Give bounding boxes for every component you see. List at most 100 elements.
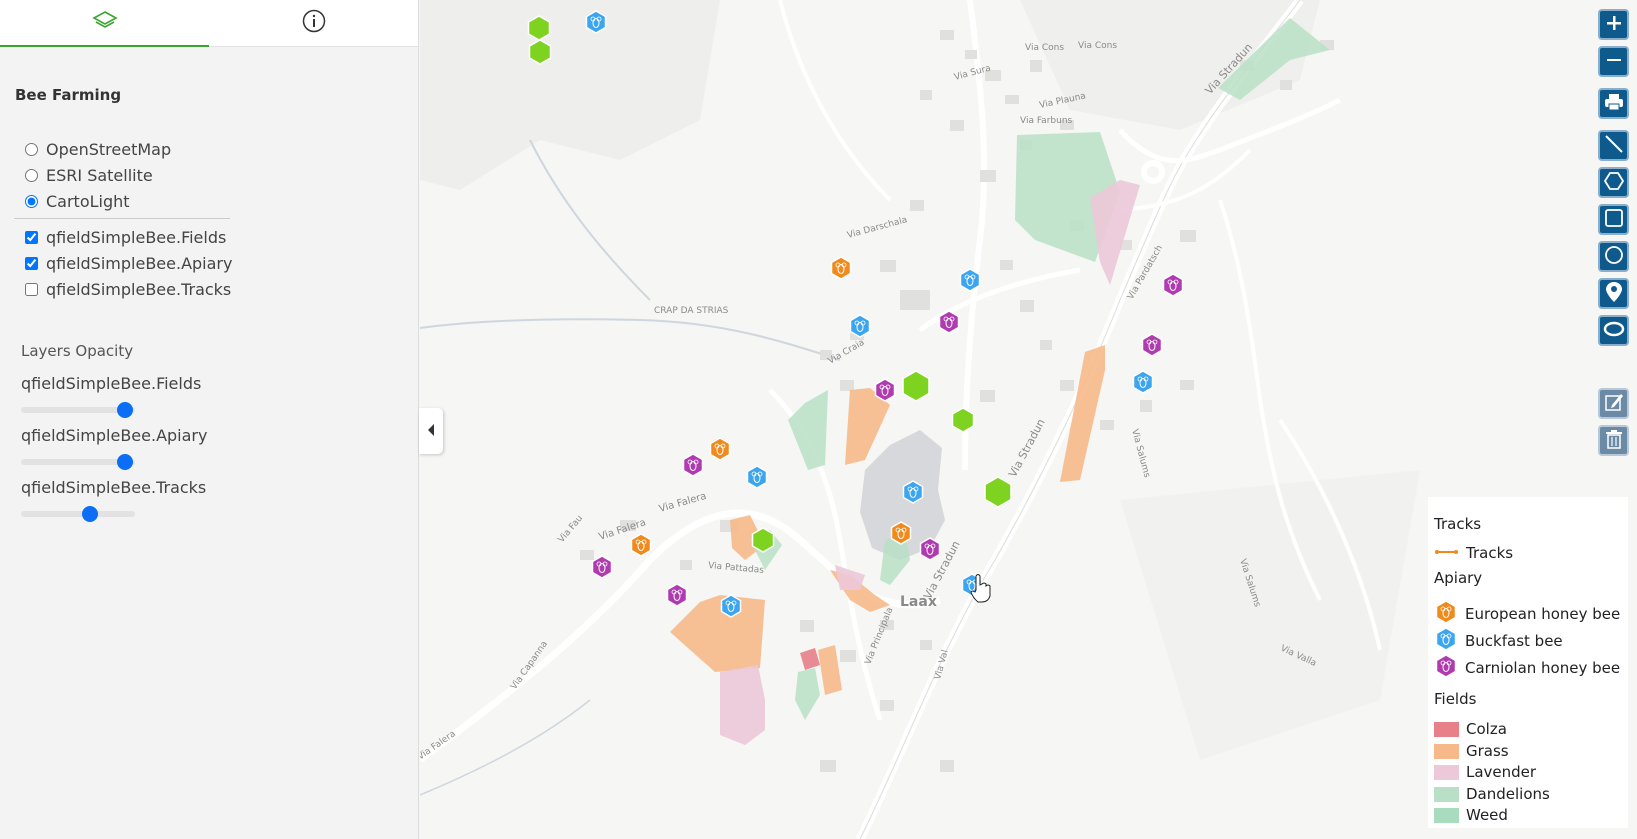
base-layer-esri[interactable]: ESRI Satellite — [25, 166, 153, 185]
cluster-marker — [902, 370, 930, 402]
circle-icon — [1604, 245, 1624, 269]
legend-label: European honey bee — [1465, 605, 1621, 623]
carniolan-bee-marker — [919, 537, 941, 561]
edit-layers-button[interactable] — [1598, 388, 1629, 419]
slider-thumb[interactable] — [117, 454, 133, 470]
carniolan-bee-marker — [1141, 333, 1163, 357]
draw-circle-marker-button[interactable] — [1598, 315, 1629, 346]
legend-field-item: Grass — [1434, 742, 1509, 760]
info-icon — [302, 9, 326, 37]
map-pin-icon — [1605, 281, 1623, 307]
overlay-tracks[interactable]: qfieldSimpleBee.Tracks — [25, 280, 231, 299]
legend-apiary-title: Apiary — [1434, 569, 1483, 587]
buckfast-bee-marker — [959, 268, 981, 292]
overlay-label: qfieldSimpleBee.Tracks — [46, 280, 232, 299]
zoom-out-button[interactable] — [1598, 46, 1629, 77]
cluster-marker — [751, 527, 775, 553]
print-button[interactable] — [1598, 88, 1629, 119]
print-icon — [1604, 93, 1624, 115]
carniolan-bee-marker — [591, 555, 613, 579]
radio-esri[interactable] — [25, 169, 38, 182]
base-layer-label: CartoLight — [46, 192, 130, 211]
legend-tracks-title: Tracks — [1434, 515, 1482, 533]
line-icon — [1604, 134, 1624, 158]
opacity-label-apiary: qfieldSimpleBee.Apiary — [21, 426, 208, 445]
legend-fields-title: Fields — [1434, 690, 1477, 708]
buckfast-bee-marker — [1132, 370, 1154, 394]
legend-field-item: Dandelions — [1434, 785, 1550, 803]
opacity-slider-apiary[interactable] — [21, 454, 135, 470]
european-bee-marker — [890, 521, 912, 545]
legend-label: Weed — [1466, 806, 1508, 824]
draw-marker-button[interactable] — [1598, 278, 1629, 309]
legend-apiary-item: European honey bee — [1434, 600, 1620, 628]
tab-info[interactable] — [209, 0, 418, 46]
zoom-in-button[interactable] — [1598, 9, 1629, 40]
overlay-apiary[interactable]: qfieldSimpleBee.Apiary — [25, 254, 232, 273]
cluster-marker — [527, 15, 551, 41]
european-bee-marker — [709, 437, 731, 461]
collapse-sidebar-button[interactable] — [419, 408, 443, 454]
checkbox-fields[interactable] — [25, 231, 38, 244]
legend-field-item: Colza — [1434, 720, 1507, 738]
radio-cartolight[interactable] — [25, 195, 38, 208]
draw-polygon-button[interactable] — [1598, 167, 1629, 198]
delete-layers-button[interactable] — [1598, 425, 1629, 456]
swatch-colza — [1434, 721, 1459, 737]
carniolan-bee-icon — [1434, 654, 1458, 682]
edit-icon — [1604, 392, 1624, 416]
european-bee-marker — [830, 256, 852, 280]
draw-circle-button[interactable] — [1598, 241, 1629, 272]
base-layer-cartolight[interactable]: CartoLight — [25, 192, 130, 211]
caret-left-icon — [426, 422, 436, 441]
draw-rectangle-button[interactable] — [1598, 204, 1629, 235]
swatch-lavender — [1434, 764, 1459, 780]
slider-thumb[interactable] — [82, 506, 98, 522]
cluster-marker — [528, 39, 552, 65]
legend-label: Lavender — [1466, 763, 1537, 781]
overlay-label: qfieldSimpleBee.Apiary — [46, 254, 233, 273]
buckfast-bee-marker — [849, 314, 871, 338]
trash-icon — [1605, 429, 1623, 453]
base-layer-label: ESRI Satellite — [46, 166, 153, 185]
base-layer-osm[interactable]: OpenStreetMap — [25, 140, 171, 159]
opacity-slider-tracks[interactable] — [21, 506, 135, 522]
opacity-slider-fields[interactable] — [21, 402, 135, 418]
rectangle-icon — [1604, 208, 1624, 232]
layer-sidebar: Bee Farming OpenStreetMap ESRI Satellite… — [0, 0, 419, 839]
ellipse-icon — [1603, 321, 1625, 341]
european-bee-icon — [1434, 600, 1458, 628]
tab-layers[interactable] — [0, 0, 209, 47]
checkbox-apiary[interactable] — [25, 257, 38, 270]
base-layer-label: OpenStreetMap — [46, 140, 172, 159]
carniolan-bee-marker — [1162, 273, 1184, 297]
divider — [14, 218, 230, 219]
legend-field-item: Lavender — [1434, 763, 1536, 781]
opacity-title: Layers Opacity — [21, 342, 134, 360]
european-bee-marker — [630, 533, 652, 557]
buckfast-bee-marker — [746, 465, 768, 489]
radio-osm[interactable] — [25, 143, 38, 156]
carniolan-bee-marker — [666, 583, 688, 607]
buckfast-bee-marker — [902, 480, 924, 504]
swatch-dandelions — [1434, 786, 1459, 802]
map-legend: Tracks Tracks Apiary European honey bee … — [1428, 497, 1628, 828]
legend-tracks-item: Tracks — [1434, 544, 1513, 562]
overlay-fields[interactable]: qfieldSimpleBee.Fields — [25, 228, 226, 247]
legend-label: Grass — [1466, 742, 1509, 760]
checkbox-tracks[interactable] — [25, 283, 38, 296]
legend-label: Dandelions — [1466, 785, 1550, 803]
buckfast-bee-icon — [1434, 627, 1458, 655]
opacity-label-fields: qfieldSimpleBee.Fields — [21, 374, 202, 393]
legend-label: Colza — [1466, 720, 1507, 738]
legend-apiary-item: Carniolan honey bee — [1434, 654, 1620, 682]
carniolan-bee-marker — [874, 378, 896, 402]
carniolan-bee-marker — [938, 310, 960, 334]
opacity-label-tracks: qfieldSimpleBee.Tracks — [21, 478, 207, 497]
draw-line-button[interactable] — [1598, 130, 1629, 161]
panel-title: Bee Farming — [15, 86, 122, 104]
slider-thumb[interactable] — [117, 402, 133, 418]
buckfast-bee-marker — [585, 10, 607, 34]
overlay-label: qfieldSimpleBee.Fields — [46, 228, 227, 247]
legend-field-item: Weed — [1434, 806, 1508, 824]
